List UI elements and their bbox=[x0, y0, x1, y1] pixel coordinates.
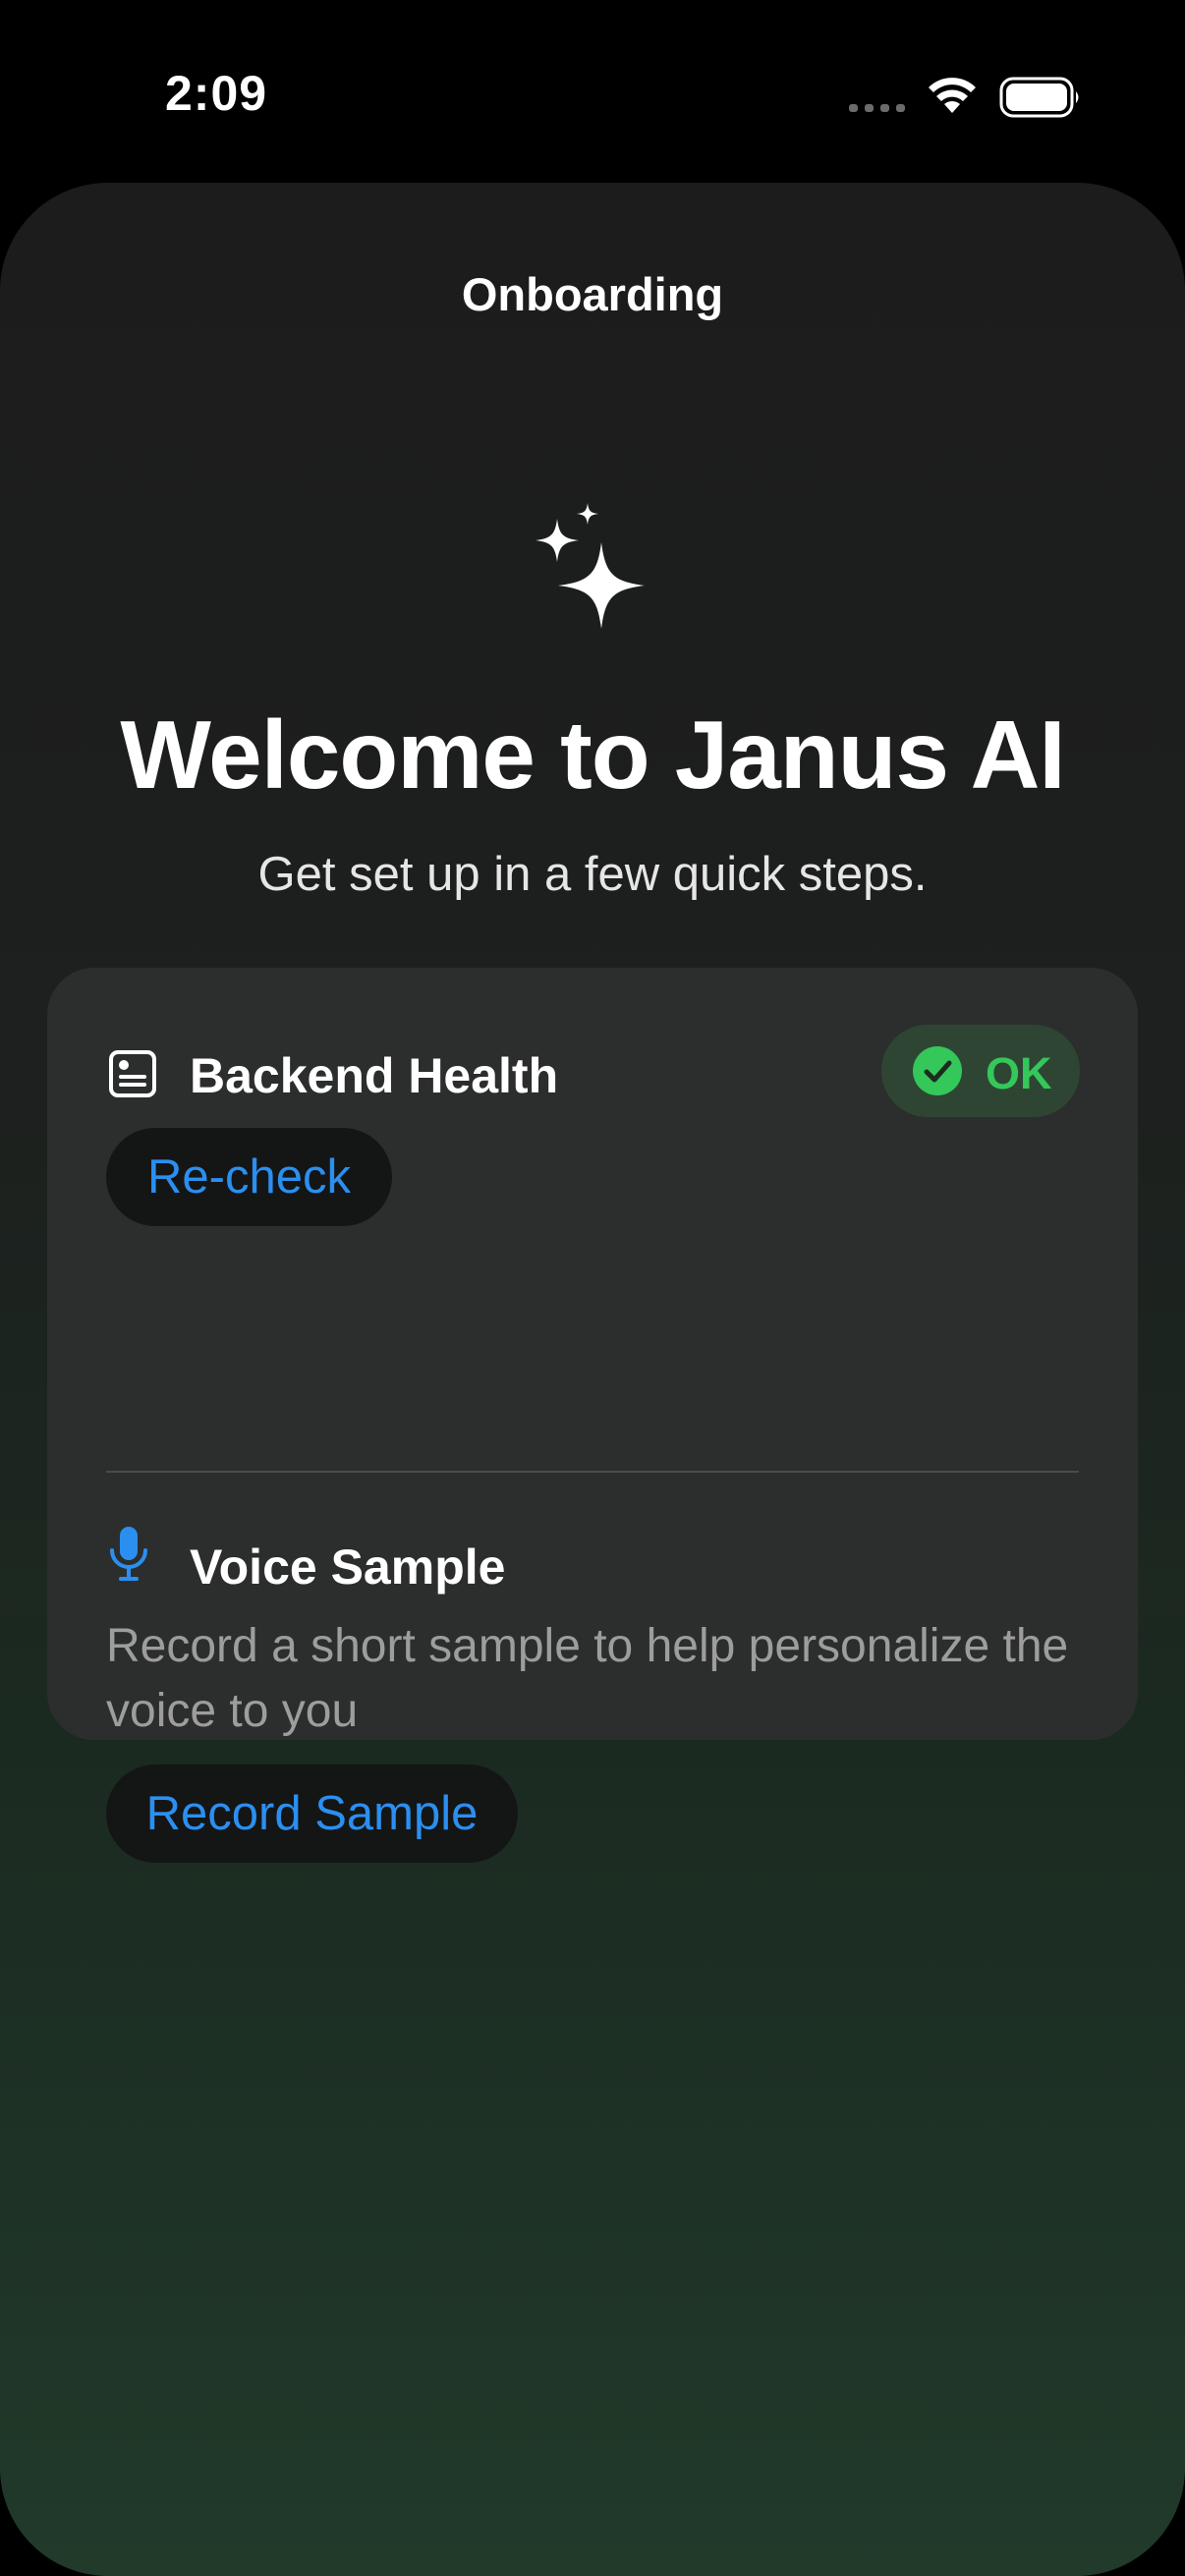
setup-card: Backend Health OK Re-check Voice Sample … bbox=[47, 968, 1138, 1863]
status-badge-label: OK bbox=[986, 1048, 1052, 1098]
check-circle-icon bbox=[913, 1046, 962, 1095]
welcome-title: Welcome to Janus AI bbox=[120, 700, 1065, 809]
welcome-subtitle: Get set up in a few quick steps. bbox=[257, 848, 928, 901]
status-time: 2:09 bbox=[165, 66, 268, 121]
nav-title: Onboarding bbox=[461, 268, 724, 320]
voice-sample-title: Voice Sample bbox=[190, 1540, 506, 1595]
status-badge: OK bbox=[881, 1025, 1080, 1117]
divider bbox=[106, 1471, 1079, 1473]
onboarding-sheet: Onboarding Welcome to Janus AI Get set u… bbox=[0, 183, 1185, 2576]
sparkles-icon bbox=[536, 503, 645, 629]
wifi-icon bbox=[929, 78, 976, 113]
status-bar: 2:09 bbox=[0, 0, 1185, 183]
cellular-signal-icon bbox=[849, 104, 905, 112]
voice-sample-description: Record a short sample to help personaliz… bbox=[106, 1620, 1069, 1737]
battery-icon bbox=[999, 77, 1079, 118]
mic-icon bbox=[110, 1527, 147, 1581]
record-sample-button[interactable]: Record Sample bbox=[106, 1764, 518, 1863]
recheck-button[interactable]: Re-check bbox=[106, 1128, 392, 1226]
backend-health-title: Backend Health bbox=[190, 1048, 559, 1103]
screen: 2:09 Onboarding Welcome to Janus AI Get … bbox=[0, 0, 1185, 2576]
list-card-icon bbox=[109, 1050, 156, 1097]
